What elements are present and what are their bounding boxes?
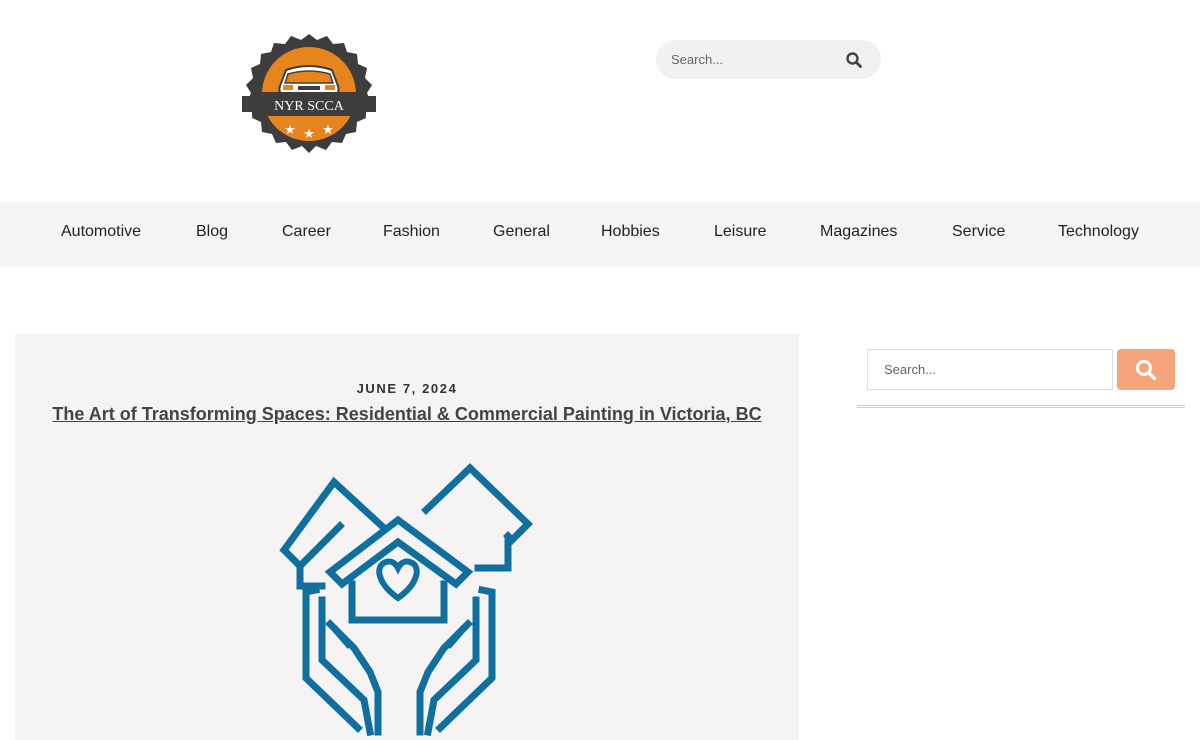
site-logo[interactable]: NYR SCCA ★ ★ ★: [238, 30, 380, 162]
nav-item-fashion[interactable]: Fashion: [383, 223, 440, 241]
nav-item-leisure[interactable]: Leisure: [714, 223, 766, 241]
post-title-link[interactable]: The Art of Transforming Spaces: Resident…: [15, 404, 799, 425]
logo-text: NYR SCCA: [274, 99, 345, 114]
svg-text:★: ★: [322, 122, 334, 137]
nav-item-service[interactable]: Service: [952, 223, 1005, 241]
nav-item-blog[interactable]: Blog: [196, 223, 228, 241]
nav-item-magazines[interactable]: Magazines: [820, 223, 897, 241]
svg-text:★: ★: [284, 122, 296, 137]
post-date: JUNE 7, 2024: [356, 381, 458, 396]
nav-item-general[interactable]: General: [493, 223, 550, 241]
main-nav: Automotive Blog Career Fashion General H…: [0, 202, 1200, 264]
post-featured-image[interactable]: [278, 460, 540, 740]
houses-in-hands-icon: [279, 463, 533, 737]
sidebar-search-button[interactable]: [1117, 349, 1175, 390]
nav-item-technology[interactable]: Technology: [1058, 223, 1139, 241]
sidebar-search: [867, 349, 1113, 390]
site-header: NYR SCCA ★ ★ ★: [0, 0, 1200, 202]
header-search-button[interactable]: [845, 51, 863, 69]
search-icon: [1136, 359, 1157, 380]
svg-text:★: ★: [303, 126, 315, 141]
header-search: [656, 40, 881, 79]
nav-item-hobbies[interactable]: Hobbies: [601, 223, 660, 241]
sidebar-divider: [857, 405, 1185, 408]
search-icon: [846, 52, 862, 68]
post-card: JUNE 7, 2024 The Art of Transforming Spa…: [15, 334, 799, 740]
header-search-input[interactable]: [671, 52, 841, 67]
nav-item-automotive[interactable]: Automotive: [61, 223, 141, 241]
sidebar-search-input[interactable]: [868, 350, 1088, 389]
nav-item-career[interactable]: Career: [282, 223, 331, 241]
